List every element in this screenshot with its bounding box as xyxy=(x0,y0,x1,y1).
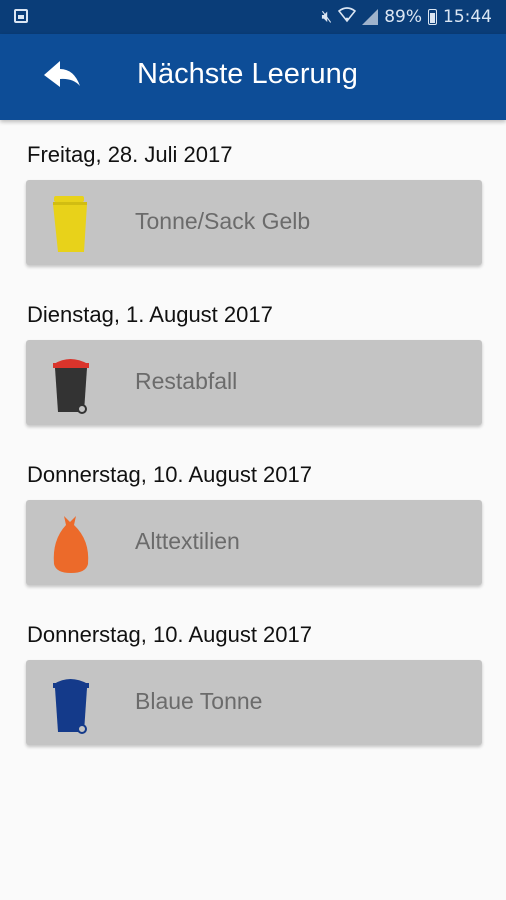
collection-date: Dienstag, 1. August 2017 xyxy=(27,302,273,327)
back-arrow-icon xyxy=(44,61,80,87)
status-icons: 🔇︎ 89% 15:44 xyxy=(321,0,492,34)
waste-card-blaue-tonne[interactable]: Blaue Tonne xyxy=(26,660,482,745)
black-bin-icon xyxy=(53,359,89,414)
list-item: Donnerstag, 10. August 2017 Blaue Tonne xyxy=(0,600,506,760)
collection-list: Freitag, 28. Juli 2017 Tonne/Sack Gelb D… xyxy=(0,120,506,760)
battery-percentage: 89% xyxy=(384,7,422,27)
wifi-icon xyxy=(338,6,357,28)
gallery-icon xyxy=(14,9,28,23)
waste-type-label: Blaue Tonne xyxy=(135,688,263,714)
collection-date: Donnerstag, 10. August 2017 xyxy=(27,462,312,487)
collection-date: Donnerstag, 10. August 2017 xyxy=(27,622,312,647)
mute-icon: 🔇︎ xyxy=(321,7,333,27)
waste-type-label: Restabfall xyxy=(135,368,238,394)
back-button[interactable] xyxy=(40,56,84,96)
list-item: Dienstag, 1. August 2017 Restabfall xyxy=(0,280,506,440)
app-bar: Nächste Leerung xyxy=(0,34,506,120)
waste-type-label: Alttextilien xyxy=(135,528,240,554)
status-bar: 🔇︎ 89% 15:44 xyxy=(0,0,506,34)
orange-bag-icon xyxy=(53,516,89,573)
waste-card-restabfall[interactable]: Restabfall xyxy=(26,340,482,425)
collection-date: Freitag, 28. Juli 2017 xyxy=(27,142,233,167)
yellow-bin-icon xyxy=(53,196,87,252)
page-title: Nächste Leerung xyxy=(137,58,358,90)
list-item: Freitag, 28. Juli 2017 Tonne/Sack Gelb xyxy=(0,120,506,280)
blue-bin-icon xyxy=(53,679,89,734)
clock: 15:44 xyxy=(443,7,492,27)
waste-type-label: Tonne/Sack Gelb xyxy=(135,208,311,234)
waste-card-alttextilien[interactable]: Alttextilien xyxy=(26,500,482,585)
waste-card-tonne-sack-gelb[interactable]: Tonne/Sack Gelb xyxy=(26,180,482,265)
battery-icon xyxy=(428,9,437,25)
signal-icon xyxy=(362,9,379,25)
list-item: Donnerstag, 10. August 2017 Alttextilien xyxy=(0,440,506,600)
